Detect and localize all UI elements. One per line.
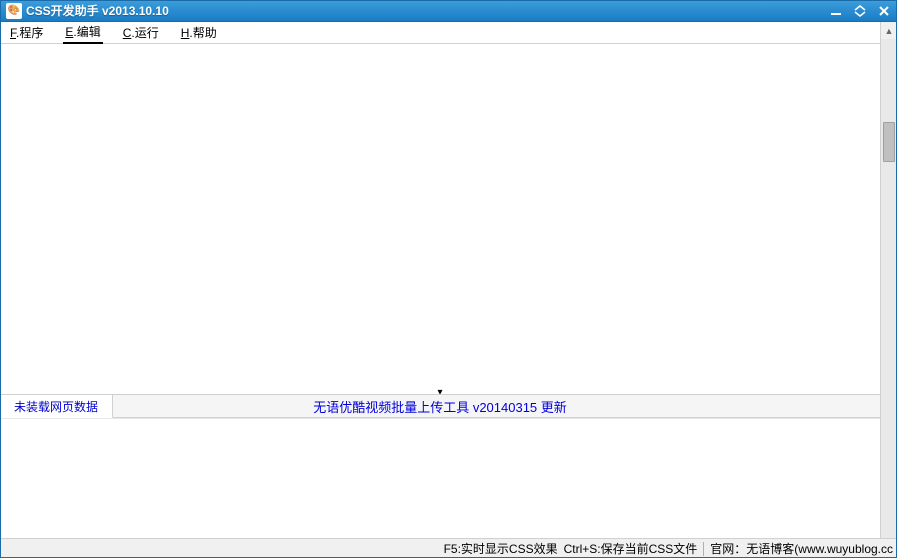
tabs-spacer <box>113 395 880 418</box>
status-website: 官网：无语博客(www.wuyublog.cc <box>710 540 893 557</box>
scroll-up-button[interactable]: ▲ <box>881 22 897 39</box>
scroll-thumb[interactable] <box>883 122 895 162</box>
menu-run[interactable]: C.运行 <box>121 22 161 43</box>
statusbar: F5:实时显示CSS效果 Ctrl+S:保存当前CSS文件 官网：无语博客(ww… <box>0 538 897 558</box>
menu-edit[interactable]: E.编辑 <box>63 21 102 44</box>
status-hint-ctrls: Ctrl+S:保存当前CSS文件 <box>564 540 698 557</box>
close-button[interactable] <box>875 3 893 19</box>
app-icon: 🎨 <box>6 3 22 19</box>
bottom-tabs: 未装载网页数据 <box>0 394 880 418</box>
tab-label: 未装载网页数据 <box>14 398 98 415</box>
editor-area[interactable] <box>0 44 880 390</box>
vertical-scrollbar[interactable]: ▲ <box>880 22 897 538</box>
status-hint-f5: F5:实时显示CSS效果 <box>444 540 558 557</box>
window-title: CSS开发助手 v2013.10.10 <box>26 2 827 19</box>
maximize-button[interactable] <box>851 3 869 19</box>
titlebar: 🎨 CSS开发助手 v2013.10.10 <box>0 0 897 22</box>
bottom-panel <box>0 418 880 536</box>
tab-no-page-data[interactable]: 未装载网页数据 <box>0 395 113 418</box>
window-controls <box>827 3 893 19</box>
minimize-button[interactable] <box>827 3 845 19</box>
menubar: F.程序 E.编辑 C.运行 H.帮助 <box>0 22 897 44</box>
menu-program[interactable]: F.程序 <box>8 22 45 43</box>
status-divider <box>703 542 704 556</box>
menu-help[interactable]: H.帮助 <box>179 22 219 43</box>
